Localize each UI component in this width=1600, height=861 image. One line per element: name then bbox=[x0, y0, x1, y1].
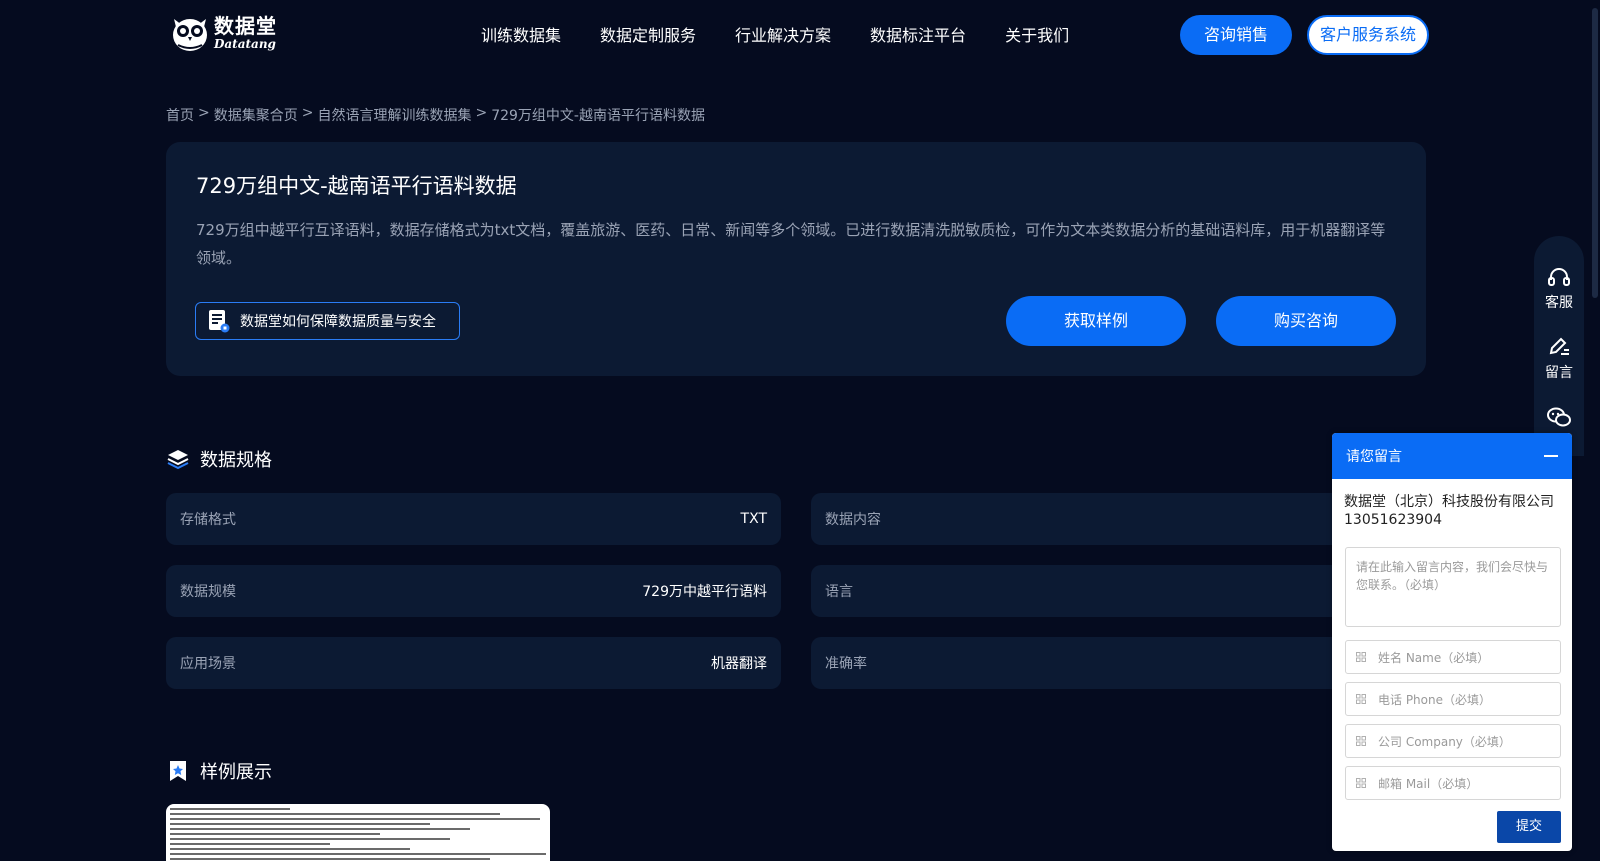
owl-logo-icon bbox=[173, 19, 207, 51]
breadcrumb-current: 729万组中文-越南语平行语料数据 bbox=[491, 108, 705, 124]
consult-sales-button[interactable]: 咨询销售 bbox=[1180, 15, 1292, 55]
name-placeholder: 姓名 Name（必填） bbox=[1378, 650, 1490, 665]
main-nav: 训练数据集 数据定制服务 行业解决方案 数据标注平台 关于我们 bbox=[481, 22, 1108, 46]
document-shield-icon bbox=[209, 310, 230, 333]
layers-icon bbox=[167, 450, 189, 470]
grid-icon bbox=[1356, 694, 1366, 704]
nav-industry-solutions[interactable]: 行业解决方案 bbox=[735, 22, 831, 46]
spec-value: TXT bbox=[740, 511, 767, 527]
leave-message-popup: 请您留言 数据堂（北京）科技股份有限公司 13051623904 请在此输入留言… bbox=[1332, 433, 1572, 851]
sidebar-item-message[interactable]: 留言 bbox=[1534, 336, 1584, 382]
page-scrollbar-thumb[interactable] bbox=[1592, 8, 1598, 298]
specs-section-title: 数据规格 bbox=[166, 446, 272, 472]
nav-custom-data-service[interactable]: 数据定制服务 bbox=[600, 22, 696, 46]
grid-icon bbox=[1356, 778, 1366, 788]
spec-label: 存储格式 bbox=[180, 512, 236, 528]
sidebar-message-label: 留言 bbox=[1545, 365, 1573, 381]
spec-application: 应用场景 机器翻译 bbox=[166, 637, 781, 689]
bookmark-star-icon bbox=[170, 761, 186, 781]
breadcrumb-dataset-hub[interactable]: 数据集聚合页 bbox=[214, 105, 298, 125]
sidebar-item-service[interactable]: 客服 bbox=[1534, 266, 1584, 312]
spec-label: 数据内容 bbox=[825, 512, 881, 528]
grid-icon bbox=[1356, 736, 1366, 746]
floating-contact-bar: 客服 留言 bbox=[1534, 236, 1584, 456]
nav-about-us[interactable]: 关于我们 bbox=[1005, 22, 1069, 46]
data-quality-label: 数据堂如何保障数据质量与安全 bbox=[240, 314, 436, 330]
company-phone: 13051623904 bbox=[1344, 512, 1442, 528]
logo-chinese-text: 数据堂 bbox=[214, 14, 277, 38]
grid-icon bbox=[1356, 652, 1366, 662]
get-sample-button[interactable]: 获取样例 bbox=[1006, 296, 1186, 346]
headset-icon bbox=[1548, 268, 1570, 286]
sample-preview-image[interactable] bbox=[166, 804, 550, 861]
breadcrumb-separator: > bbox=[198, 105, 210, 121]
company-field[interactable]: 公司 Company（必填） bbox=[1345, 724, 1561, 758]
spec-storage-format: 存储格式 TXT bbox=[166, 493, 781, 545]
site-header: 数据堂 Datatang 训练数据集 数据定制服务 行业解决方案 数据标注平台 … bbox=[0, 0, 1600, 70]
spec-data-scale: 数据规模 729万中越平行语料 bbox=[166, 565, 781, 617]
phone-field[interactable]: 电话 Phone（必填） bbox=[1345, 682, 1561, 716]
spec-value: 729万中越平行语料 bbox=[642, 584, 767, 600]
breadcrumb-separator: > bbox=[475, 105, 488, 121]
name-field[interactable]: 姓名 Name（必填） bbox=[1345, 640, 1561, 674]
breadcrumb-nlu-datasets[interactable]: 自然语言理解训练数据集 bbox=[317, 105, 471, 125]
spec-label: 应用场景 bbox=[180, 656, 236, 672]
popup-header: 请您留言 bbox=[1332, 433, 1572, 479]
spec-label: 语言 bbox=[825, 584, 853, 600]
purchase-consult-button[interactable]: 购买咨询 bbox=[1216, 296, 1396, 346]
datatang-logo[interactable]: 数据堂 Datatang bbox=[168, 10, 278, 56]
edit-icon bbox=[1549, 337, 1569, 355]
spec-value: 机器翻译 bbox=[711, 656, 767, 672]
email-field[interactable]: 邮箱 Mail（必填） bbox=[1345, 766, 1561, 800]
submit-button[interactable]: 提交 bbox=[1497, 811, 1561, 843]
nav-training-datasets[interactable]: 训练数据集 bbox=[481, 22, 561, 46]
spec-label: 数据规模 bbox=[180, 584, 236, 600]
breadcrumb: 首页 > 数据集聚合页 > 自然语言理解训练数据集 > 729万组中文-越南语平… bbox=[166, 105, 705, 125]
message-textarea[interactable]: 请在此输入留言内容，我们会尽快与您联系。（必填） bbox=[1345, 547, 1561, 627]
email-placeholder: 邮箱 Mail（必填） bbox=[1378, 776, 1479, 791]
page-title: 729万组中文-越南语平行语料数据 bbox=[196, 174, 517, 198]
dataset-hero-card: 729万组中文-越南语平行语料数据 729万组中越平行互译语料，数据存储格式为t… bbox=[166, 142, 1426, 376]
data-quality-security-link[interactable]: 数据堂如何保障数据质量与安全 bbox=[195, 302, 460, 340]
company-name: 数据堂（北京）科技股份有限公司 bbox=[1344, 494, 1554, 510]
samples-title-text: 样例展示 bbox=[200, 762, 272, 783]
breadcrumb-home[interactable]: 首页 bbox=[166, 105, 194, 125]
logo-english-text: Datatang bbox=[214, 37, 276, 51]
sidebar-item-wechat[interactable] bbox=[1534, 406, 1584, 432]
spec-label: 准确率 bbox=[825, 656, 867, 672]
customer-service-button[interactable]: 客户服务系统 bbox=[1307, 15, 1429, 55]
minimize-icon[interactable] bbox=[1544, 455, 1558, 457]
company-info: 数据堂（北京）科技股份有限公司 13051623904 bbox=[1332, 479, 1572, 529]
wechat-icon bbox=[1547, 407, 1571, 427]
phone-placeholder: 电话 Phone（必填） bbox=[1378, 692, 1491, 707]
breadcrumb-separator: > bbox=[301, 105, 314, 121]
dataset-description: 729万组中越平行互译语料，数据存储格式为txt文档，覆盖旅游、医药、日常、新闻… bbox=[196, 221, 1386, 267]
popup-title: 请您留言 bbox=[1346, 449, 1402, 465]
company-placeholder: 公司 Company（必填） bbox=[1378, 734, 1511, 749]
specs-title-text: 数据规格 bbox=[200, 450, 272, 471]
nav-annotation-platform[interactable]: 数据标注平台 bbox=[870, 22, 966, 46]
samples-section-title: 样例展示 bbox=[166, 758, 272, 784]
sidebar-service-label: 客服 bbox=[1545, 295, 1573, 311]
